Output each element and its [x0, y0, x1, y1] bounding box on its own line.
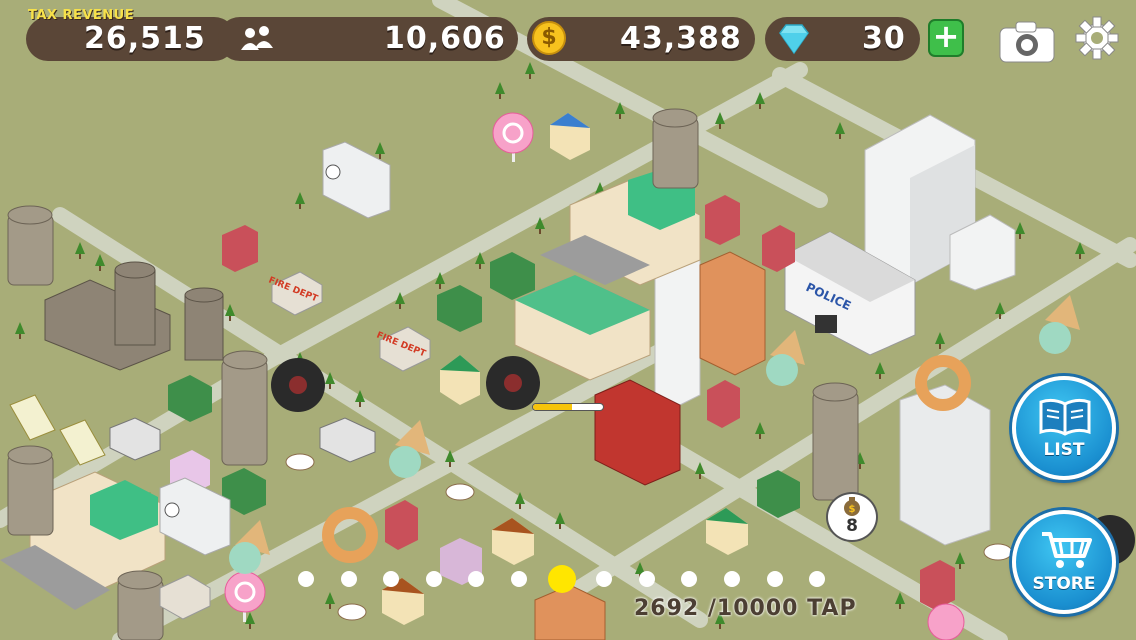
page-dot	[766, 571, 783, 587]
gems-value: 30	[862, 21, 906, 56]
tap-counter: 2692 /10000 TAP	[634, 596, 857, 621]
page-dot	[724, 571, 740, 587]
list-button[interactable]: LIST	[1012, 376, 1116, 480]
cart-icon	[1042, 532, 1092, 568]
camera-icon[interactable]	[998, 18, 1056, 64]
store-button-label: STORE	[1032, 574, 1096, 594]
gem-icon	[779, 24, 809, 55]
coin-bubble-count: 8	[846, 516, 858, 536]
page-dot	[468, 571, 485, 587]
page-dot	[298, 571, 314, 587]
tax-revenue-value: 26,515	[84, 21, 206, 56]
coins-value: 43,388	[620, 21, 742, 56]
page-dot	[511, 571, 527, 587]
page-dot	[383, 571, 400, 587]
page-dot-active	[547, 565, 576, 593]
book-icon	[1039, 398, 1091, 436]
page-indicator	[296, 563, 836, 593]
store-button[interactable]: STORE	[1012, 510, 1116, 614]
page-dot	[340, 571, 357, 587]
svg-text:$: $	[849, 504, 856, 515]
page-dot	[425, 571, 442, 587]
page-dot	[638, 571, 655, 587]
coin-icon: $	[532, 21, 566, 55]
add-gems-button[interactable]: +	[928, 19, 964, 57]
population-value: 10,606	[384, 21, 506, 56]
page-dot	[809, 571, 826, 587]
people-icon	[241, 26, 273, 50]
page-dot	[596, 571, 613, 587]
build-progress-bar	[532, 403, 604, 411]
page-dot	[681, 571, 698, 587]
gear-icon[interactable]	[1074, 15, 1120, 61]
list-button-label: LIST	[1043, 440, 1085, 460]
money-bag-icon: $	[844, 497, 860, 516]
city-map[interactable]: POLICE FIRE DEPT FIRE DEPT	[0, 0, 1136, 640]
